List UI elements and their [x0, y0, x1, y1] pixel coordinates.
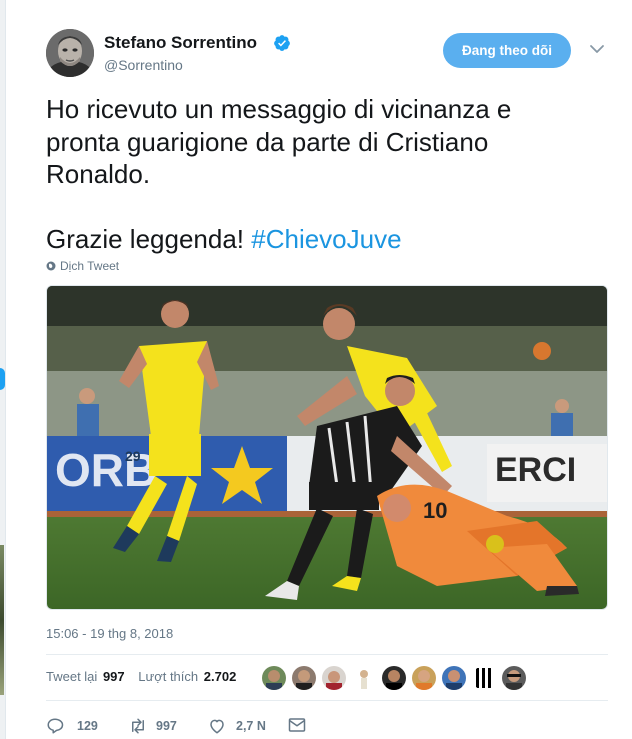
svg-text:ERCI: ERCI	[495, 451, 576, 489]
retweet-count: 997	[156, 719, 177, 733]
like-button[interactable]: 2,7 N	[208, 714, 288, 738]
liker-avatar[interactable]	[502, 666, 526, 690]
verified-badge-icon	[274, 35, 290, 51]
following-button[interactable]: Đang theo dõi	[443, 33, 571, 68]
liker-avatar[interactable]	[472, 666, 496, 690]
liker-avatar[interactable]	[262, 666, 286, 690]
svg-text:29: 29	[125, 448, 141, 464]
retweet-button[interactable]: 997	[128, 714, 198, 738]
tweet-timestamp[interactable]: 15:06 - 19 thg 8, 2018	[46, 626, 173, 641]
retweet-stat-value: 997	[102, 669, 125, 684]
retweet-icon	[132, 718, 144, 734]
globe-icon	[46, 261, 56, 271]
like-stat-label: Lượt thích	[138, 669, 199, 684]
like-stat-value: 2.702	[203, 669, 237, 684]
svg-text:ORB: ORB	[55, 444, 157, 496]
backdrop-image-edge	[0, 545, 4, 695]
scroll-indicator	[0, 368, 5, 390]
like-stat[interactable]: Lượt thích 2.702	[138, 669, 236, 684]
heart-icon	[210, 719, 224, 734]
translate-tweet-link[interactable]: Dịch Tweet	[46, 259, 119, 273]
chevron-down-icon[interactable]	[589, 43, 605, 55]
svg-text:10: 10	[423, 498, 447, 523]
tweet-photo[interactable]: ORB ERCI 29 10	[46, 285, 608, 610]
liker-avatar[interactable]	[352, 666, 376, 690]
tweet-text-body: Ho ricevuto un messaggio di vicinanza e …	[46, 94, 512, 189]
retweet-stat[interactable]: Tweet lại 997	[46, 669, 125, 684]
liker-avatar[interactable]	[382, 666, 406, 690]
divider-top	[46, 654, 608, 655]
retweet-stat-label: Tweet lại	[46, 669, 98, 684]
envelope-icon	[288, 718, 306, 732]
liker-avatar[interactable]	[292, 666, 316, 690]
divider-bottom	[46, 700, 608, 701]
tweet-text-closing: Grazie leggenda!	[46, 224, 252, 254]
author-name[interactable]: Stefano Sorrentino	[104, 33, 257, 53]
author-handle[interactable]: @Sorrentino	[104, 57, 183, 73]
liker-avatar[interactable]	[442, 666, 466, 690]
liker-avatar[interactable]	[412, 666, 436, 690]
liker-avatar[interactable]	[322, 666, 346, 690]
reply-button[interactable]: 129	[46, 714, 106, 738]
tweet-header: Stefano Sorrentino @Sorrentino Đang theo…	[46, 29, 608, 77]
hashtag-link[interactable]: #ChievoJuve	[251, 224, 401, 254]
football-match-photo: ORB ERCI 29 10	[47, 286, 607, 609]
reply-count: 129	[77, 719, 98, 733]
translate-label[interactable]: Dịch Tweet	[60, 259, 119, 273]
tweet-stats: Tweet lại 997 Lượt thích 2.702	[46, 669, 246, 684]
like-count: 2,7 N	[236, 719, 266, 733]
direct-message-button[interactable]	[288, 714, 312, 738]
reply-icon	[47, 718, 64, 734]
tweet-text: Ho ricevuto un messaggio di vicinanza e …	[46, 93, 586, 256]
author-avatar[interactable]	[46, 29, 94, 77]
